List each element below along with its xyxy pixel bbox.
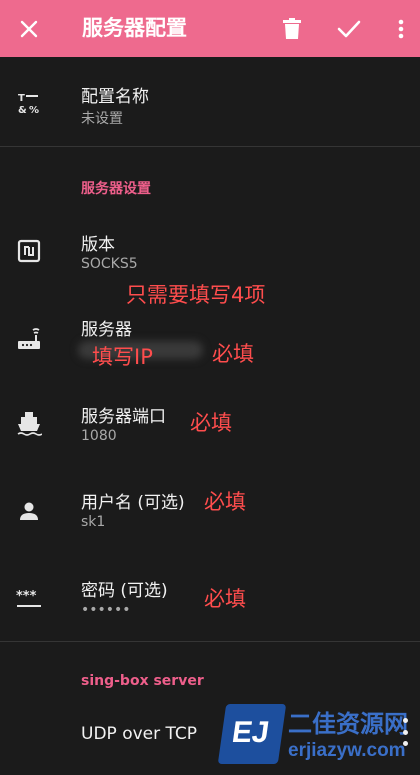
profile-name-value: 未设置 — [81, 111, 123, 127]
protocol-version-item[interactable]: 版本 SOCKS5 — [0, 226, 420, 282]
annotation-required: 必填 — [204, 490, 246, 514]
watermark-cn: 二佳资源网 — [288, 710, 408, 738]
close-icon — [20, 20, 38, 37]
watermark: EJ 二佳资源网 erjiazyw.com — [217, 696, 420, 775]
text-format-icon: T & % — [14, 88, 44, 118]
watermark-en: erjiazyw.com — [288, 740, 406, 761]
version-value: SOCKS5 — [81, 256, 138, 272]
more-vert-icon[interactable] — [395, 718, 415, 746]
nfc-icon — [14, 236, 44, 266]
password-icon: *** — [14, 584, 44, 614]
sing-box-server-header: sing-box server — [81, 673, 204, 689]
trash-icon — [283, 17, 301, 39]
watermark-logo: EJ — [217, 704, 287, 764]
more-vert-icon — [398, 19, 404, 38]
divider — [0, 146, 420, 147]
annotation-required: 必填 — [204, 587, 246, 611]
person-icon — [14, 496, 44, 526]
username-label: 用户名 (可选) — [81, 493, 185, 513]
udp-over-tcp-label: UDP over TCP — [81, 724, 198, 744]
save-button[interactable] — [328, 0, 370, 57]
svg-text:T: T — [18, 93, 25, 104]
annotation-fill-ip: 填写IP — [92, 345, 153, 369]
username-value: sk1 — [81, 514, 106, 530]
server-settings-header: 服务器设置 — [81, 181, 151, 197]
profile-name-label: 配置名称 — [81, 87, 149, 107]
password-value: •••••• — [81, 602, 131, 618]
page-title: 服务器配置 — [82, 16, 187, 40]
port-label: 服务器端口 — [81, 407, 166, 427]
annotation-four-fields: 只需要填写4项 — [126, 283, 266, 307]
password-label: 密码 (可选) — [81, 581, 168, 601]
server-label: 服务器 — [81, 320, 132, 340]
divider — [0, 641, 420, 642]
overflow-menu-button[interactable] — [386, 0, 416, 57]
delete-button[interactable] — [272, 0, 312, 57]
port-value: 1080 — [81, 428, 117, 444]
server-address-item[interactable]: 服务器 — [0, 312, 420, 368]
close-button[interactable] — [8, 0, 50, 57]
version-label: 版本 — [81, 235, 115, 255]
svg-text:***: *** — [16, 589, 37, 604]
router-icon — [14, 324, 44, 354]
profile-name-item[interactable]: T & % 配置名称 未设置 — [0, 76, 420, 136]
annotation-required: 必填 — [190, 411, 232, 435]
boat-icon — [14, 408, 44, 438]
svg-text:%: % — [29, 105, 39, 115]
app-bar: 服务器配置 — [0, 0, 420, 57]
annotation-required: 必填 — [212, 342, 254, 366]
check-icon — [337, 20, 361, 37]
svg-text:&: & — [18, 105, 27, 115]
